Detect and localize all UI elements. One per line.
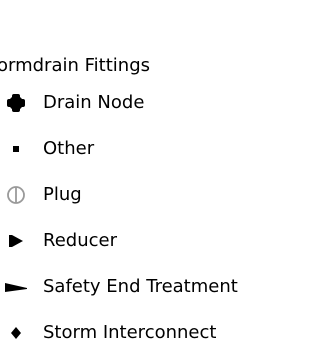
legend-item-label: Other <box>43 138 95 159</box>
safety-end-treatment-icon <box>4 275 28 299</box>
legend-item-label: Storm Interconnect <box>43 322 217 343</box>
reducer-icon <box>4 229 28 253</box>
legend-item-label: Plug <box>43 184 82 205</box>
storm-interconnect-diamond-icon <box>4 321 28 345</box>
legend-item-label: Reducer <box>43 230 117 251</box>
other-dot-icon <box>4 137 28 161</box>
legend-item-reducer: Reducer <box>0 228 246 256</box>
storm-drain-fittings-legend: ormdrain Fittings Drain Node Other Plug <box>0 0 246 348</box>
legend-title: ormdrain Fittings <box>0 55 150 76</box>
legend-item-plug: Plug <box>0 182 246 210</box>
legend-item-label: Drain Node <box>43 92 145 113</box>
drain-node-cross-icon <box>4 91 28 115</box>
legend-item-safety-end-treatment: Safety End Treatment <box>0 274 246 302</box>
legend-item-storm-interconnect: Storm Interconnect <box>0 320 246 348</box>
legend-item-drain-node: Drain Node <box>0 90 246 118</box>
legend-item-other: Other <box>0 136 246 164</box>
legend-item-label: Safety End Treatment <box>43 276 238 297</box>
plug-circle-icon <box>4 183 28 207</box>
